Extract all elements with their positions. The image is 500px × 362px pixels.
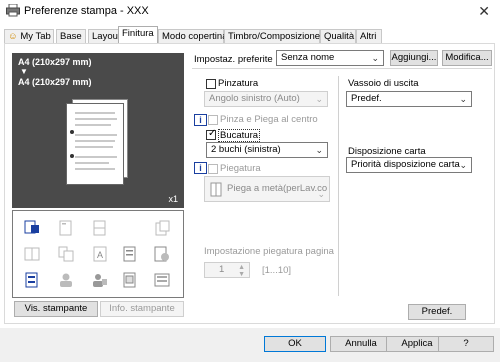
chevron-down-icon: ⌄ <box>371 53 379 63</box>
copies-count: x1 <box>168 194 178 204</box>
tab-finitura[interactable]: Finitura <box>118 26 158 44</box>
chevron-down-icon: ⌄ <box>315 145 323 155</box>
view-printer-button[interactable]: Vis. stampante <box>14 301 98 317</box>
window-title: Preferenze stampa - XXX <box>24 5 149 17</box>
ok-button[interactable]: OK <box>264 336 326 352</box>
fold-label: Piegatura <box>220 163 261 174</box>
staple-fold-label: Pinza e Piega al centro <box>220 114 318 125</box>
paper-arrangement-label: Disposizione carta <box>348 146 426 157</box>
tab-timbro[interactable]: Timbro/Composizione <box>224 29 320 43</box>
staple-icon[interactable] <box>57 219 75 237</box>
printer-info-button[interactable]: Info. stampante <box>100 301 184 317</box>
staple-position-select[interactable]: Angolo sinistro (Auto) ⌄ <box>204 91 328 107</box>
tab-base[interactable]: Base <box>56 29 86 43</box>
tab-qualita[interactable]: Qualità <box>320 29 356 43</box>
punch-checkbox[interactable]: ✓ <box>206 128 217 140</box>
printer-icon <box>6 4 20 17</box>
chevron-down-icon: ⌄ <box>317 189 325 199</box>
info-icon[interactable]: i <box>194 162 207 174</box>
fold-page-icon <box>210 182 222 197</box>
paper-preview <box>66 103 124 185</box>
user-auth-icon[interactable] <box>57 271 75 289</box>
chevron-down-icon: ⌄ <box>459 94 467 104</box>
paper-arrangement-select[interactable]: Priorità disposizione carta ⌄ <box>346 157 472 173</box>
cover-icon[interactable] <box>153 219 171 237</box>
account-icon[interactable] <box>91 271 109 289</box>
fold-select[interactable]: Piega a metà(perLav.co ⌄ <box>204 176 330 202</box>
paper-size-output: A4 (210x297 mm) <box>18 77 92 87</box>
add-button[interactable]: Aggiungi... <box>390 50 438 66</box>
layout-icon[interactable] <box>23 271 41 289</box>
function-icon-grid: A <box>12 210 184 298</box>
favorite-settings-select[interactable]: Senza nome ⌄ <box>276 50 384 66</box>
punch-label: Bucatura <box>218 129 261 142</box>
fold-page-spinner[interactable]: 1 ▲ ▼ <box>204 262 250 278</box>
output-tray-icon[interactable] <box>23 219 41 237</box>
multi-page-icon[interactable] <box>57 245 75 263</box>
close-icon[interactable]: ✕ <box>478 3 490 20</box>
tab-modo-copertina[interactable]: Modo copertina <box>158 29 227 43</box>
help-button[interactable]: ? <box>438 336 494 352</box>
fold-page-range: [1...10] <box>262 265 292 276</box>
document-icon[interactable] <box>121 245 139 263</box>
default-button[interactable]: Predef. <box>408 304 466 320</box>
chevron-down-icon: ⌄ <box>459 160 467 170</box>
tab-my-tab[interactable]: ☺ My Tab <box>4 29 54 43</box>
spinner-arrows-icon: ▲ ▼ <box>238 264 245 278</box>
favorite-settings-label: Impostaz. preferite <box>194 54 273 65</box>
chevron-down-icon: ⌄ <box>315 94 323 104</box>
settings-page-icon[interactable] <box>121 271 139 289</box>
output-tray-label: Vassoio di uscita <box>348 78 419 89</box>
staple-fold-checkbox[interactable] <box>208 115 218 125</box>
watermark-icon[interactable] <box>153 245 171 263</box>
text-stamp-icon[interactable]: A <box>91 245 109 263</box>
tab-altri[interactable]: Altri <box>356 29 382 43</box>
column-divider <box>338 76 339 296</box>
title-bar: Preferenze stampa - XXX ✕ <box>0 0 500 22</box>
fold-page-setting-label: Impostazione piegatura pagina <box>204 246 334 257</box>
user-icon: ☺ <box>8 31 18 42</box>
fold-checkbox[interactable] <box>208 164 218 174</box>
fold-icon[interactable] <box>91 219 109 237</box>
quality-icon[interactable] <box>153 271 171 289</box>
booklet-icon[interactable] <box>23 245 41 263</box>
divider <box>192 68 492 69</box>
arrow-down-icon: ▼ <box>20 67 28 76</box>
check-icon: ✓ <box>208 128 217 139</box>
punch-select[interactable]: 2 buchi (sinistra) ⌄ <box>206 142 328 158</box>
staple-checkbox[interactable] <box>206 79 216 89</box>
paper-size-original: A4 (210x297 mm) <box>18 57 92 67</box>
modify-button[interactable]: Modifica... <box>442 50 492 66</box>
cancel-button[interactable]: Annulla <box>330 336 392 352</box>
staple-label: Pinzatura <box>218 78 259 89</box>
svg-text:A: A <box>97 250 103 260</box>
info-icon[interactable]: i <box>194 114 207 126</box>
output-tray-select[interactable]: Predef. ⌄ <box>346 91 472 107</box>
